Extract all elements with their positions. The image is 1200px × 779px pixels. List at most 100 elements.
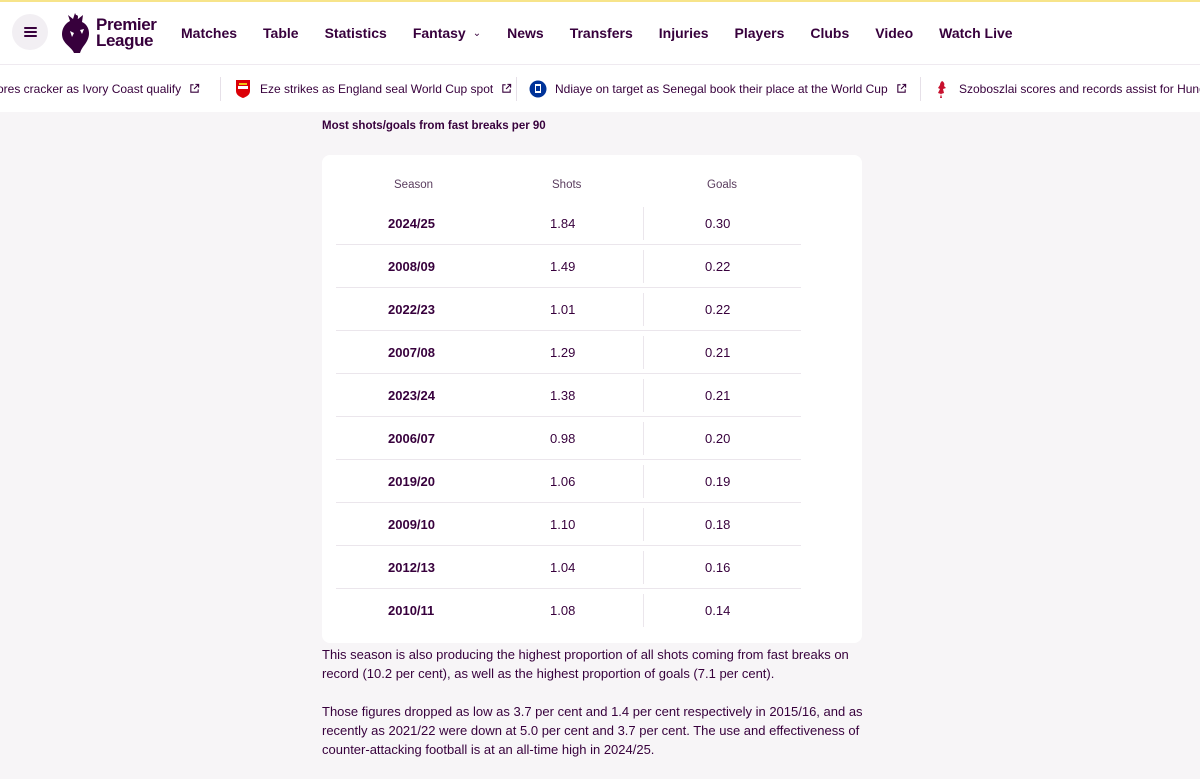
table-row: 2019/20 1.06 0.19 (336, 460, 801, 503)
nav-label: Transfers (569, 25, 633, 41)
column-divider (643, 336, 644, 369)
nav-label: Statistics (324, 25, 387, 41)
cell-season: 2006/07 (388, 431, 435, 446)
cell-season: 2022/23 (388, 302, 435, 317)
table-row: 2007/08 1.29 0.21 (336, 331, 801, 374)
ticker-item[interactable]: Szoboszlai scores and records assist for… (933, 65, 1200, 112)
nav-watch-live[interactable]: Watch Live (926, 25, 1025, 41)
column-divider (643, 250, 644, 283)
cell-season: 2010/11 (388, 603, 435, 618)
news-ticker: ores cracker as Ivory Coast qualify Eze … (0, 64, 1200, 112)
nav-label: Fantasy (412, 25, 466, 41)
ticker-item[interactable]: Eze strikes as England seal World Cup sp… (234, 65, 512, 112)
ticker-item[interactable]: Ndiaye on target as Senegal book their p… (529, 65, 907, 112)
everton-crest-icon (529, 80, 547, 97)
logo-wordmark: Premier League (96, 16, 157, 49)
chevron-down-icon: ⌄ (472, 27, 482, 39)
cell-goals: 0.22 (705, 302, 731, 317)
cell-goals: 0.18 (705, 517, 731, 532)
liverpool-crest-icon (938, 80, 946, 98)
nav-transfers[interactable]: Transfers (557, 25, 646, 41)
ticker-headline: Eze strikes as England seal World Cup sp… (260, 81, 494, 96)
column-header-season: Season (394, 179, 434, 191)
stats-table: Season Shots Goals 2024/25 1.84 0.30 200… (322, 155, 862, 643)
cell-goals: 0.22 (705, 259, 731, 274)
nav-label: News (507, 25, 544, 41)
cell-season: 2007/08 (388, 345, 435, 360)
cell-shots: 1.04 (550, 560, 576, 575)
table-row: 2024/25 1.84 0.30 (336, 202, 801, 245)
nav-label: Players (734, 25, 785, 41)
cell-season: 2012/13 (388, 560, 435, 575)
nav-fantasy[interactable]: Fantasy ⌄ (400, 25, 494, 41)
cell-shots: 1.84 (550, 216, 576, 231)
cell-goals: 0.21 (705, 345, 731, 360)
table-row: 2012/13 1.04 0.16 (336, 546, 801, 589)
table-title: Most shots/goals from fast breaks per 90 (322, 120, 546, 132)
column-divider (643, 508, 644, 541)
cell-goals: 0.20 (705, 431, 731, 446)
cell-goals: 0.16 (705, 560, 731, 575)
ticker-headline: Szoboszlai scores and records assist for… (959, 81, 1200, 96)
cell-shots: 1.38 (550, 388, 576, 403)
nav-label: Injuries (658, 25, 709, 41)
column-header-goals: Goals (707, 179, 738, 191)
cell-goals: 0.19 (705, 474, 731, 489)
site-header: Premier League Matches Table Statistics … (0, 2, 1200, 64)
cell-season: 2019/20 (388, 474, 435, 489)
cell-season: 2024/25 (388, 216, 435, 231)
table-header: Season Shots Goals (336, 171, 800, 201)
table-row: 2006/07 0.98 0.20 (336, 417, 801, 460)
table-row: 2023/24 1.38 0.21 (336, 374, 801, 417)
hamburger-icon (23, 25, 37, 39)
main-nav: Matches Table Statistics Fantasy ⌄ News T… (168, 4, 1026, 62)
cell-season: 2008/09 (388, 259, 435, 274)
nav-statistics[interactable]: Statistics (312, 25, 400, 41)
cell-goals: 0.30 (705, 216, 731, 231)
column-divider (643, 293, 644, 326)
cell-shots: 1.10 (550, 517, 576, 532)
table-row: 2022/23 1.01 0.22 (336, 288, 801, 331)
cell-season: 2009/10 (388, 517, 435, 532)
ticker-item[interactable]: ores cracker as Ivory Coast qualify (0, 65, 200, 112)
external-link-icon (502, 83, 512, 93)
cell-shots: 1.49 (550, 259, 576, 274)
table-row: 2010/11 1.08 0.14 (336, 589, 801, 632)
nav-label: Watch Live (939, 25, 1013, 41)
nav-injuries[interactable]: Injuries (646, 25, 722, 41)
article-paragraph: Those figures dropped as low as 3.7 per … (322, 704, 863, 757)
nav-players[interactable]: Players (722, 25, 798, 41)
cell-shots: 1.29 (550, 345, 576, 360)
cell-goals: 0.14 (705, 603, 731, 618)
nav-label: Clubs (810, 25, 850, 41)
ticker-divider (920, 77, 921, 101)
column-divider (643, 465, 644, 498)
external-link-icon (896, 83, 906, 93)
nav-video[interactable]: Video (862, 25, 926, 41)
nav-clubs[interactable]: Clubs (797, 25, 862, 41)
table-row: 2008/09 1.49 0.22 (336, 245, 801, 288)
external-link-icon (190, 83, 200, 93)
nav-news[interactable]: News (494, 25, 557, 41)
cell-goals: 0.21 (705, 388, 731, 403)
cell-shots: 1.01 (550, 302, 576, 317)
arsenal-crest-icon (236, 79, 250, 98)
cell-shots: 0.98 (550, 431, 576, 446)
nav-label: Table (263, 25, 299, 41)
nav-matches[interactable]: Matches (168, 25, 250, 41)
table-row: 2009/10 1.10 0.18 (336, 503, 801, 546)
ticker-divider (516, 77, 517, 101)
nav-label: Video (875, 25, 914, 41)
premier-league-logo[interactable]: Premier League (58, 10, 157, 56)
cell-shots: 1.08 (550, 603, 576, 618)
lion-crest-icon (62, 13, 90, 53)
cell-shots: 1.06 (550, 474, 576, 489)
ticker-divider (220, 77, 221, 101)
nav-table[interactable]: Table (250, 25, 312, 41)
column-divider (643, 379, 644, 412)
article-paragraph: This season is also producing the highes… (322, 647, 849, 681)
ticker-headline: ores cracker as Ivory Coast qualify (0, 81, 182, 96)
column-divider (643, 207, 644, 240)
menu-button[interactable] (12, 14, 48, 50)
ticker-headline: Ndiaye on target as Senegal book their p… (555, 81, 888, 96)
